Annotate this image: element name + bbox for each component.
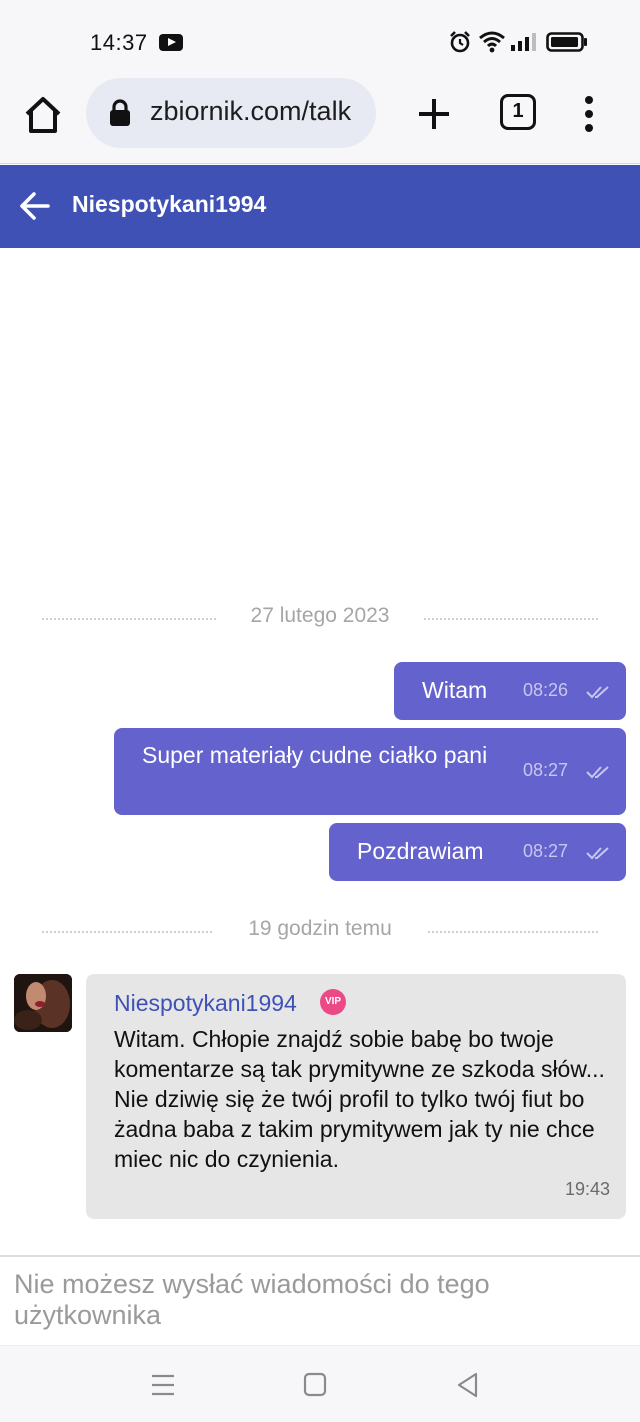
wifi-icon (479, 31, 505, 53)
status-bar: 14:37 (0, 0, 640, 80)
outgoing-message[interactable]: Pozdrawiam 08:27 (329, 823, 626, 881)
address-bar[interactable]: zbiornik.com/talk (86, 78, 376, 148)
cannot-send-notice: Nie możesz wysłać wiadomości do tego uży… (14, 1269, 490, 1330)
message-text: Pozdrawiam (357, 838, 484, 864)
url-text: zbiornik.com/talk (150, 96, 352, 126)
avatar[interactable] (14, 974, 72, 1032)
message-time: 08:26 (523, 680, 569, 700)
youtube-icon (159, 34, 183, 51)
message-text: Witam (422, 677, 488, 703)
date-separator: 19 godzin temu (42, 917, 598, 947)
double-check-icon (586, 686, 609, 699)
system-icons (448, 28, 593, 56)
status-time: 14:37 (90, 30, 148, 55)
more-options-icon[interactable] (578, 94, 602, 134)
vip-badge: VIP (320, 989, 346, 1015)
battery-icon (546, 32, 587, 52)
home-icon[interactable] (20, 92, 66, 138)
chat-header: Niespotykani1994 (0, 165, 640, 248)
browser-toolbar: zbiornik.com/talk 1 (0, 78, 640, 164)
back-nav-icon[interactable] (454, 1372, 482, 1398)
date-separator-label: 27 lutego 2023 (250, 604, 390, 627)
message-text: Super materiały cudne ciałko pani (142, 742, 488, 768)
double-check-icon (586, 847, 609, 860)
alarm-icon (450, 31, 470, 53)
message-time: 19:43 (564, 1179, 610, 1199)
double-check-icon (586, 766, 609, 779)
home-nav-icon[interactable] (301, 1372, 329, 1398)
signal-icon (511, 33, 536, 51)
message-time: 08:27 (523, 760, 569, 780)
tab-switcher-button[interactable]: 1 (500, 94, 536, 130)
outgoing-message[interactable]: Witam 08:26 (394, 662, 626, 720)
outgoing-message[interactable]: Super materiały cudne ciałko pani 08:27 (114, 728, 626, 815)
chat-title: Niespotykani1994 (72, 191, 267, 217)
message-time: 08:27 (523, 841, 569, 861)
back-arrow-icon[interactable] (18, 189, 52, 223)
message-text: Witam. Chłopie znajdź sobie babę bo twoj… (114, 1026, 605, 1172)
lock-icon (110, 99, 130, 126)
new-tab-icon[interactable] (414, 94, 454, 134)
recent-apps-icon[interactable] (149, 1372, 177, 1398)
system-navigation-bar (0, 1345, 640, 1422)
date-separator: 27 lutego 2023 (42, 604, 598, 634)
message-composer-disabled: Nie możesz wysłać wiadomości do tego uży… (0, 1255, 640, 1345)
sender-name[interactable]: Niespotykani1994 (114, 990, 297, 1017)
date-separator-label: 19 godzin temu (248, 917, 392, 940)
incoming-message[interactable]: Niespotykani1994 VIP Witam. Chłopie znaj… (86, 974, 626, 1219)
